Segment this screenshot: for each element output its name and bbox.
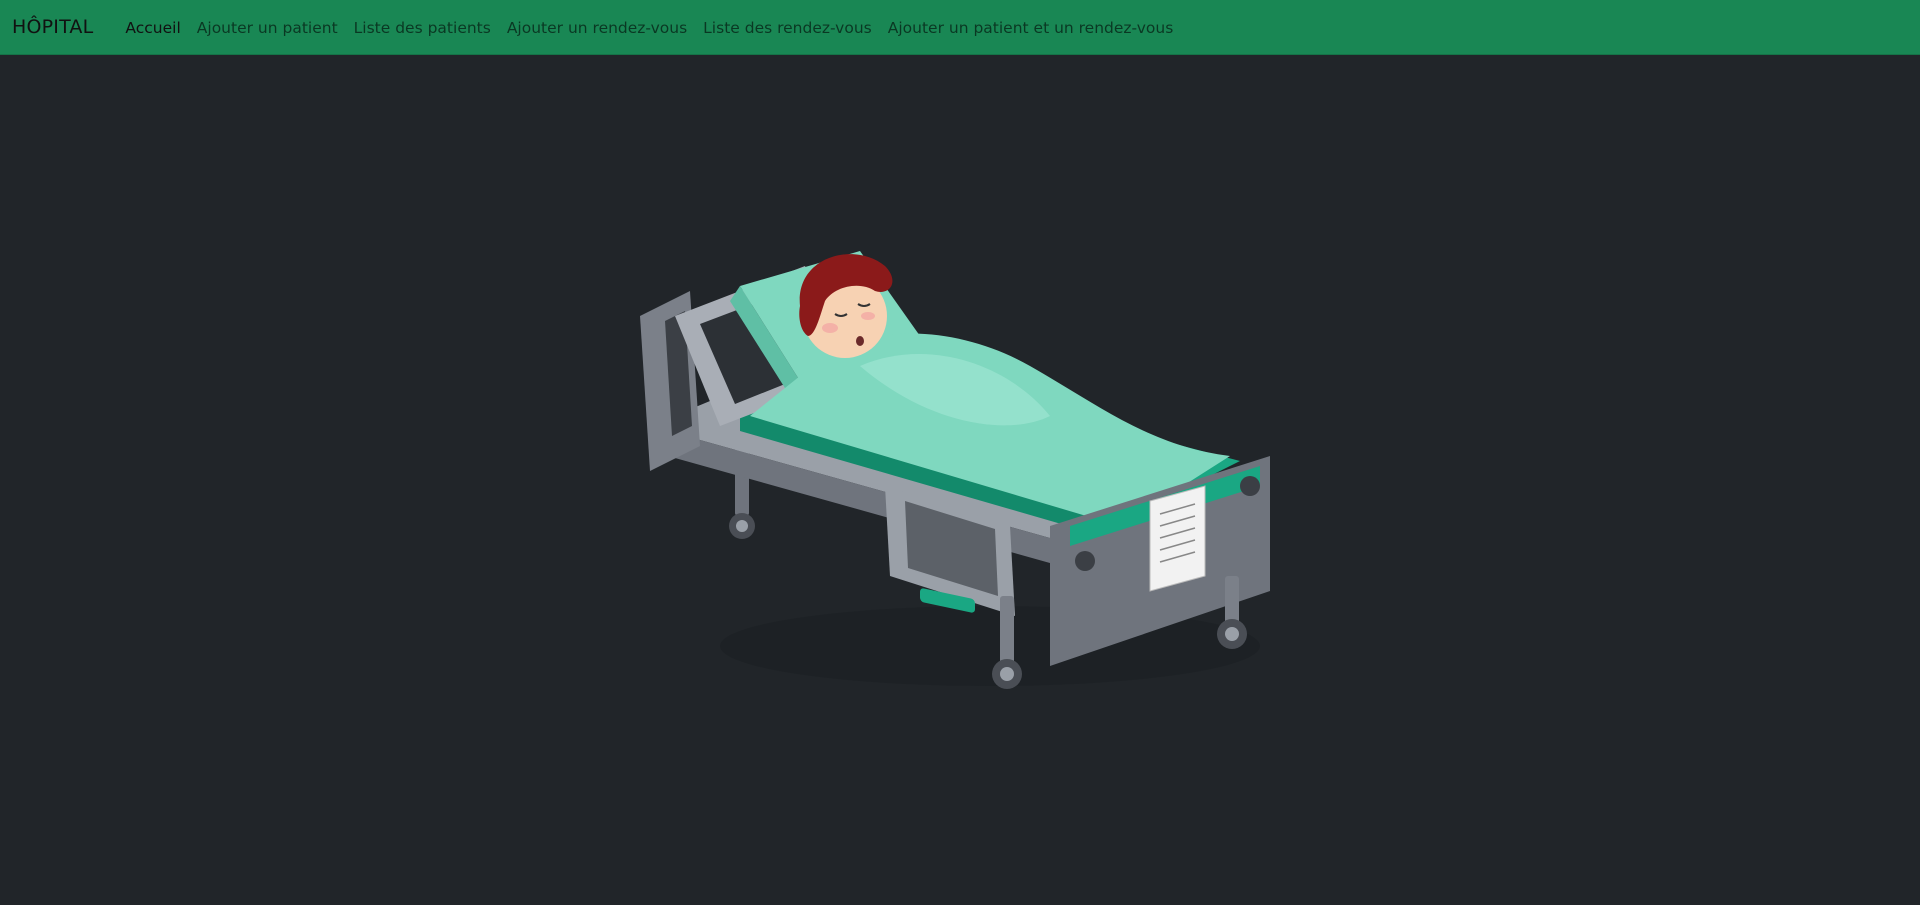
- nav-link-ajouter-patient[interactable]: Ajouter un patient: [189, 11, 346, 45]
- nav-link-liste-rendez-vous[interactable]: Liste des rendez-vous: [695, 11, 880, 45]
- nav-links: Accueil Ajouter un patient Liste des pat…: [117, 18, 1181, 37]
- nav-link-ajouter-rendez-vous[interactable]: Ajouter un rendez-vous: [499, 11, 695, 45]
- top-navbar: HÔPITAL Accueil Ajouter un patient Liste…: [0, 0, 1920, 55]
- hospital-bed-illustration: [640, 251, 1270, 689]
- main-content: [0, 56, 1920, 905]
- nav-link-accueil[interactable]: Accueil: [117, 11, 188, 45]
- brand-link[interactable]: HÔPITAL: [12, 16, 93, 38]
- nav-link-liste-patients[interactable]: Liste des patients: [346, 11, 499, 45]
- nav-link-ajouter-patient-et-rendez-vous[interactable]: Ajouter un patient et un rendez-vous: [880, 11, 1182, 45]
